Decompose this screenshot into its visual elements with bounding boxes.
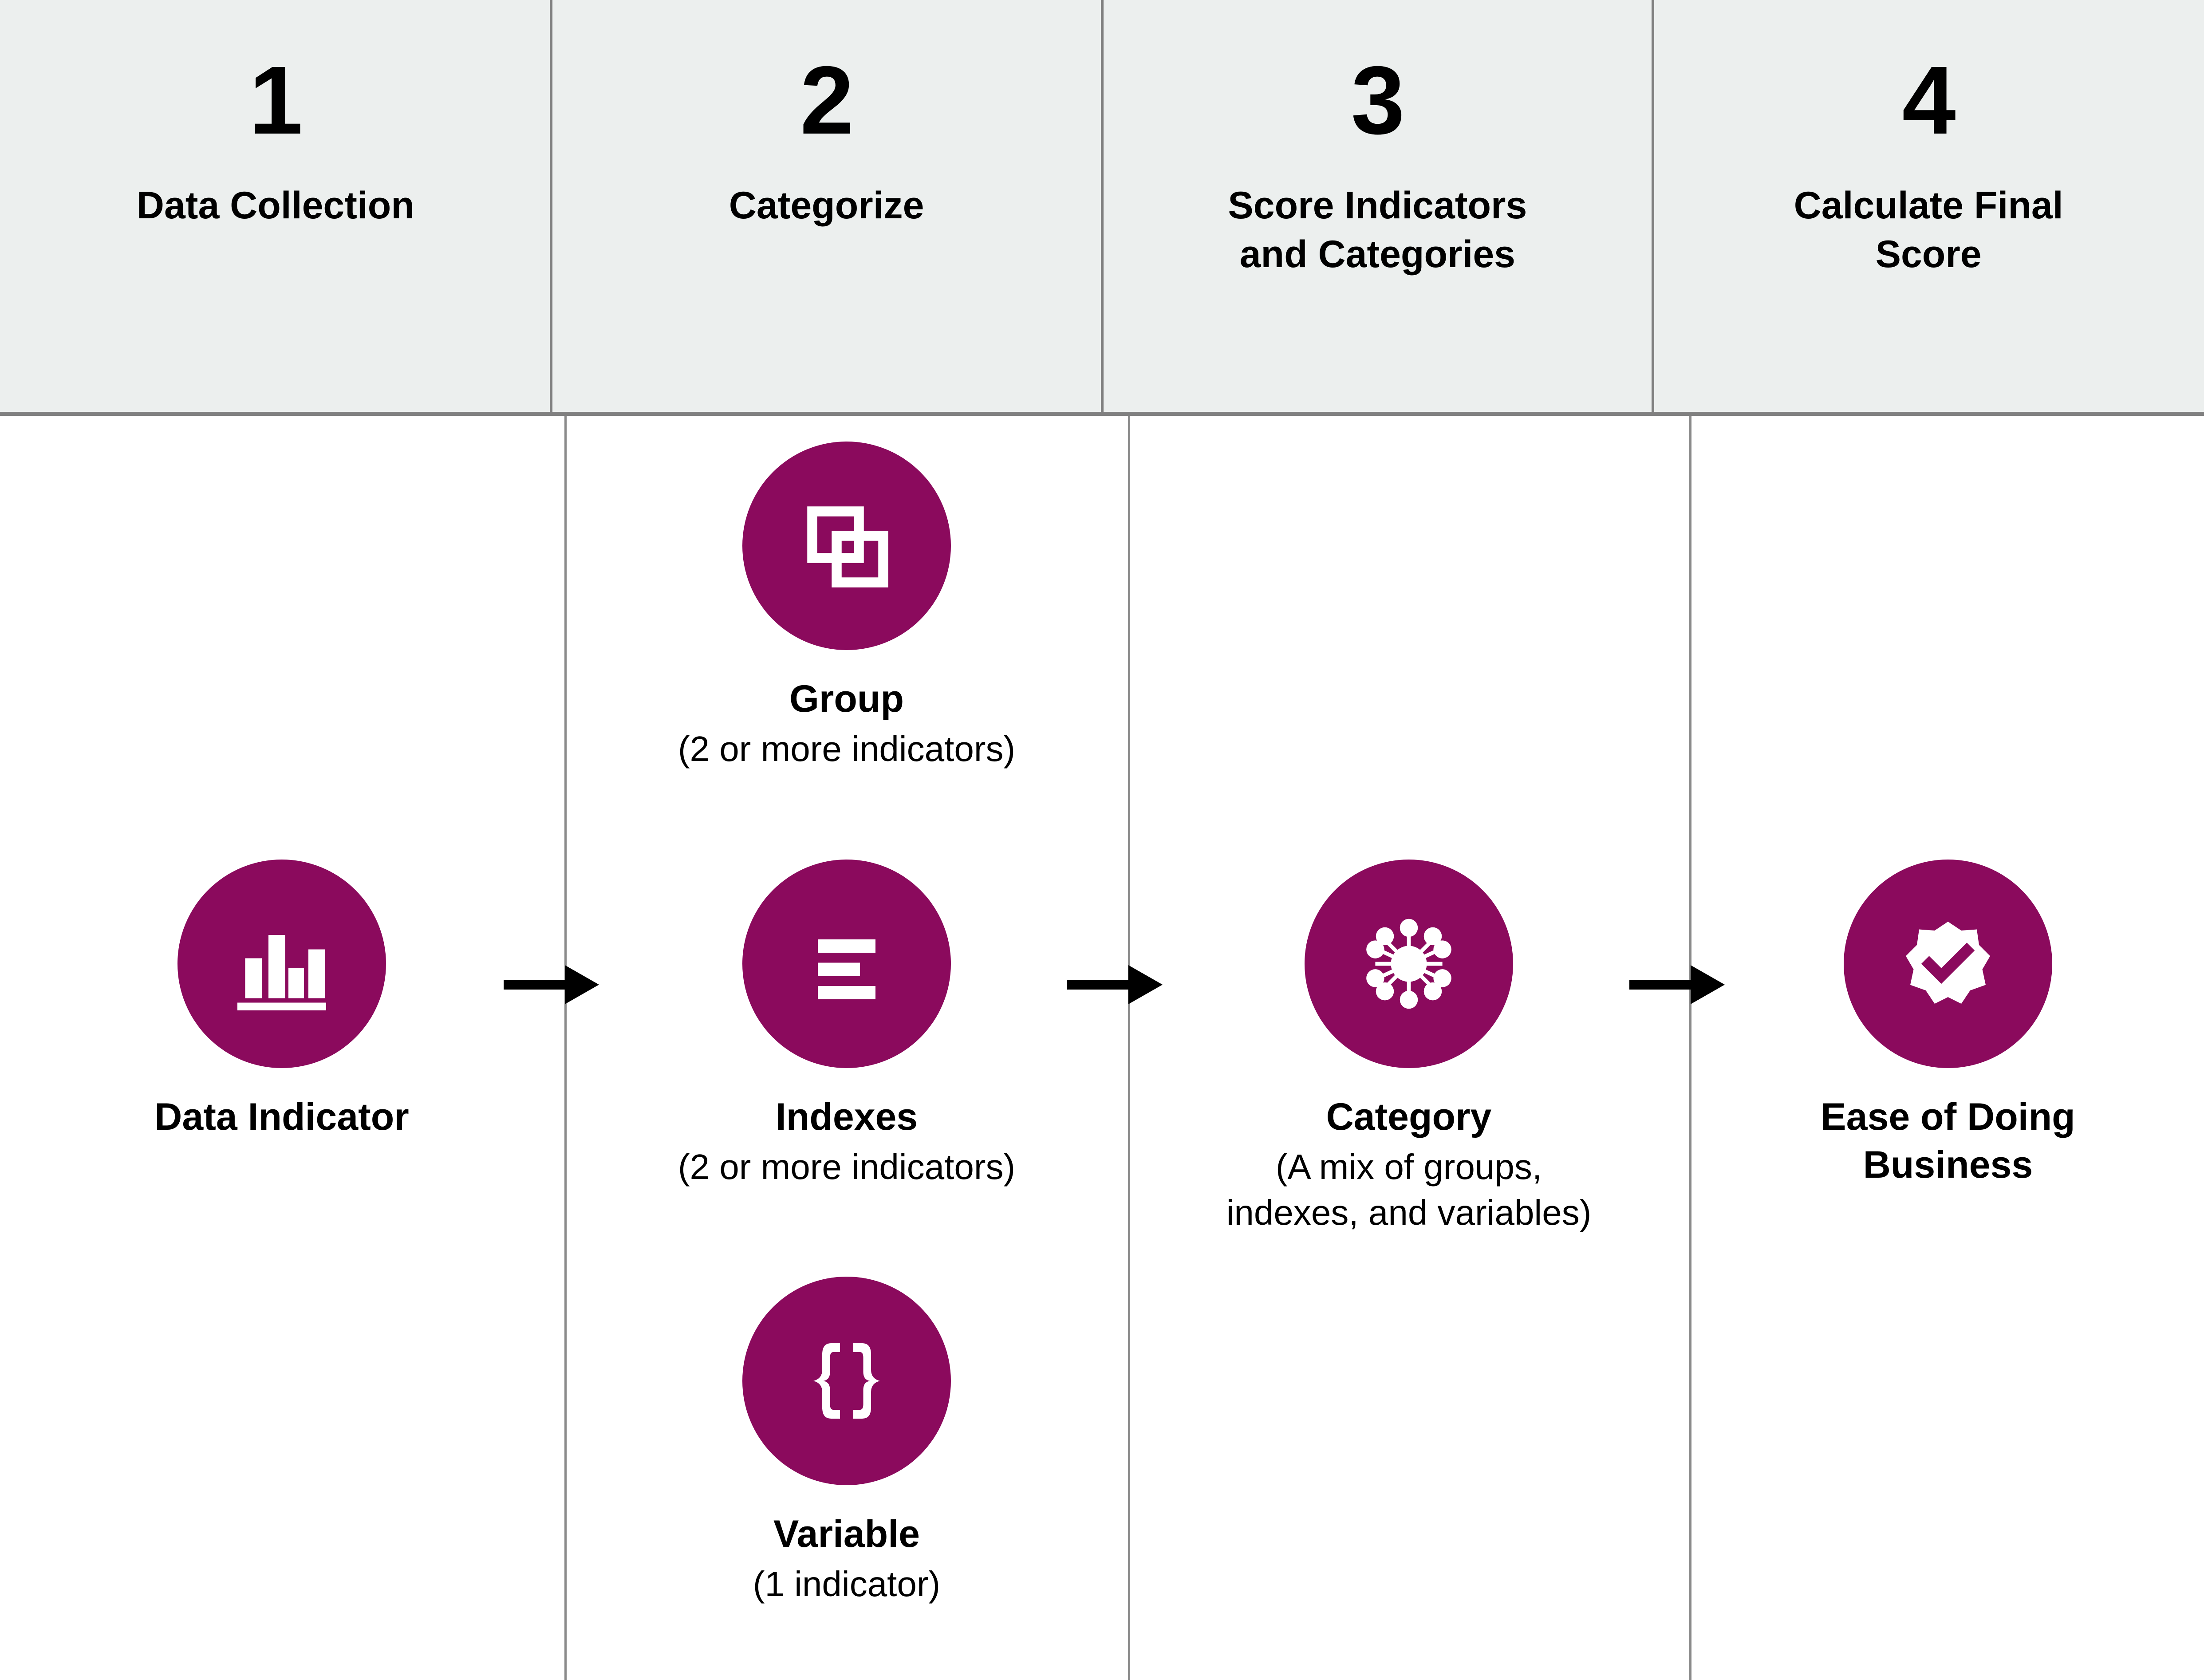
node-ease-of-doing-business: Ease of Doing Business: [1744, 860, 2152, 1189]
overlapping-squares-icon: [791, 490, 902, 601]
category-label: Category: [1326, 1096, 1492, 1138]
arrow-indexes-to-category: [1067, 952, 1178, 1018]
badge-check-icon: [1893, 908, 2003, 1019]
network-hub-icon: [1349, 904, 1469, 1024]
data-indicator-icon-circle: [177, 860, 386, 1068]
step-header-1: 1 Data Collection: [0, 0, 551, 412]
stacked-lines-icon: [791, 908, 902, 1019]
step-title-4: Calculate Final Score: [1794, 184, 2063, 276]
step-title-2: Categorize: [729, 184, 924, 227]
group-icon-circle: [742, 442, 951, 650]
variable-sublabel: (1 indicator): [753, 1564, 941, 1604]
step-header-3: 3 Score Indicators and Categories: [1100, 0, 1653, 412]
column-divider-1: [564, 416, 567, 1680]
group-sublabel: (2 or more indicators): [678, 729, 1016, 769]
step-number-4: 4: [1902, 47, 1956, 154]
process-flow-diagram: 1 Data Collection 2 Categorize 3 Score I…: [0, 0, 2204, 1680]
curly-braces-icon: [791, 1325, 902, 1436]
node-data-indicator: Data Indicator: [82, 860, 481, 1141]
node-category: Category (A mix of groups, indexes, and …: [1171, 860, 1646, 1235]
step-number-1: 1: [249, 47, 303, 154]
step-number-3: 3: [1351, 47, 1405, 154]
column-divider-2: [1128, 416, 1130, 1680]
header-bottom-divider: [0, 412, 2204, 416]
column-divider-3: [1689, 416, 1691, 1680]
node-indexes: Indexes (2 or more indicators): [620, 860, 1073, 1190]
category-icon-circle: [1305, 860, 1513, 1068]
bar-chart-icon: [226, 908, 337, 1019]
step-title-1: Data Collection: [136, 184, 414, 227]
step-header-4: 4 Calculate Final Score: [1652, 0, 2204, 412]
node-group: Group (2 or more indicators): [620, 442, 1073, 772]
indexes-icon-circle: [742, 860, 951, 1068]
step-header-band: 1 Data Collection 2 Categorize 3 Score I…: [0, 0, 2204, 412]
node-variable: Variable (1 indicator): [620, 1277, 1073, 1607]
variable-icon-circle: [742, 1277, 951, 1485]
step-title-3: Score Indicators and Categories: [1228, 184, 1527, 276]
indexes-sublabel: (2 or more indicators): [678, 1147, 1016, 1187]
category-sublabel: (A mix of groups, indexes, and variables…: [1226, 1147, 1592, 1232]
step-number-2: 2: [800, 47, 854, 154]
step-header-2: 2 Categorize: [549, 0, 1102, 412]
ease-of-doing-business-icon-circle: [1844, 860, 2052, 1068]
indexes-label: Indexes: [775, 1096, 918, 1138]
diagram-body: Data Indicator Group (2 or more indicato…: [0, 416, 2204, 1680]
arrow-category-to-ease: [1629, 952, 1740, 1018]
group-label: Group: [789, 678, 904, 720]
variable-label: Variable: [773, 1513, 920, 1555]
data-indicator-label: Data Indicator: [154, 1096, 409, 1138]
ease-of-doing-business-label: Ease of Doing Business: [1821, 1096, 2075, 1187]
arrow-indicator-to-indexes: [504, 952, 615, 1018]
